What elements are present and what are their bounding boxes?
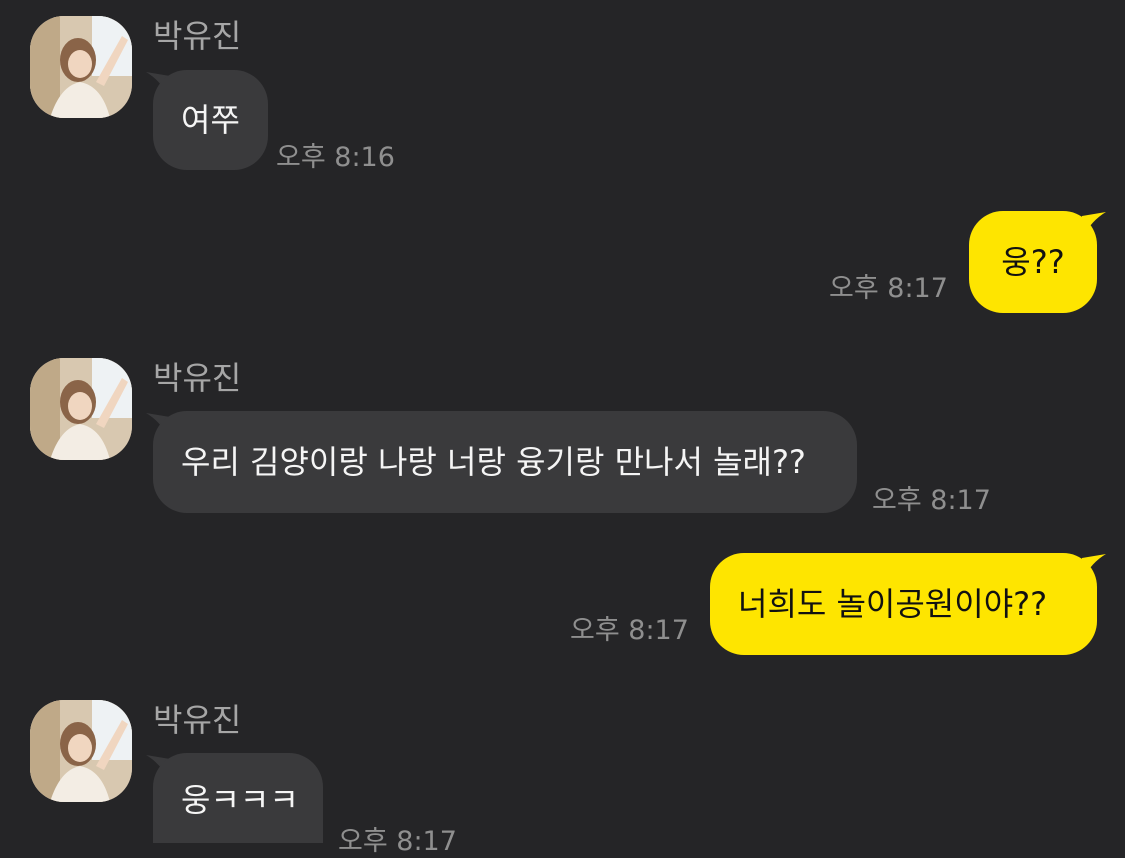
profile-photo-icon [30, 700, 132, 802]
sender-name: 박유진 [153, 359, 242, 397]
sender-avatar[interactable] [30, 16, 132, 118]
sender-avatar[interactable] [30, 358, 132, 460]
outgoing-message-bubble[interactable]: 너희도 놀이공원이야?? [710, 553, 1097, 655]
incoming-message-bubble[interactable]: 웅ㅋㅋㅋ [153, 753, 323, 843]
message-time: 오후 8:16 [276, 142, 395, 173]
profile-photo-icon [30, 16, 132, 118]
sender-name: 박유진 [153, 17, 242, 55]
message-text: 여쭈 [181, 101, 240, 139]
message-time: 오후 8:17 [872, 485, 991, 516]
message-text: 너희도 놀이공원이야?? [738, 585, 1048, 623]
message-time: 오후 8:17 [829, 273, 948, 304]
incoming-message-bubble[interactable]: 여쭈 [153, 70, 268, 170]
profile-photo-icon [30, 358, 132, 460]
message-text: 웅ㅋㅋㅋ [181, 781, 299, 819]
message-text: 웅?? [1001, 243, 1065, 281]
sender-name: 박유진 [153, 701, 242, 739]
message-text: 우리 김양이랑 나랑 너랑 융기랑 만나서 놀래?? [181, 443, 806, 481]
incoming-message-bubble[interactable]: 우리 김양이랑 나랑 너랑 융기랑 만나서 놀래?? [153, 411, 857, 513]
message-time: 오후 8:17 [570, 615, 689, 646]
outgoing-message-bubble[interactable]: 웅?? [969, 211, 1097, 313]
message-time: 오후 8:17 [338, 826, 457, 857]
sender-avatar[interactable] [30, 700, 132, 802]
